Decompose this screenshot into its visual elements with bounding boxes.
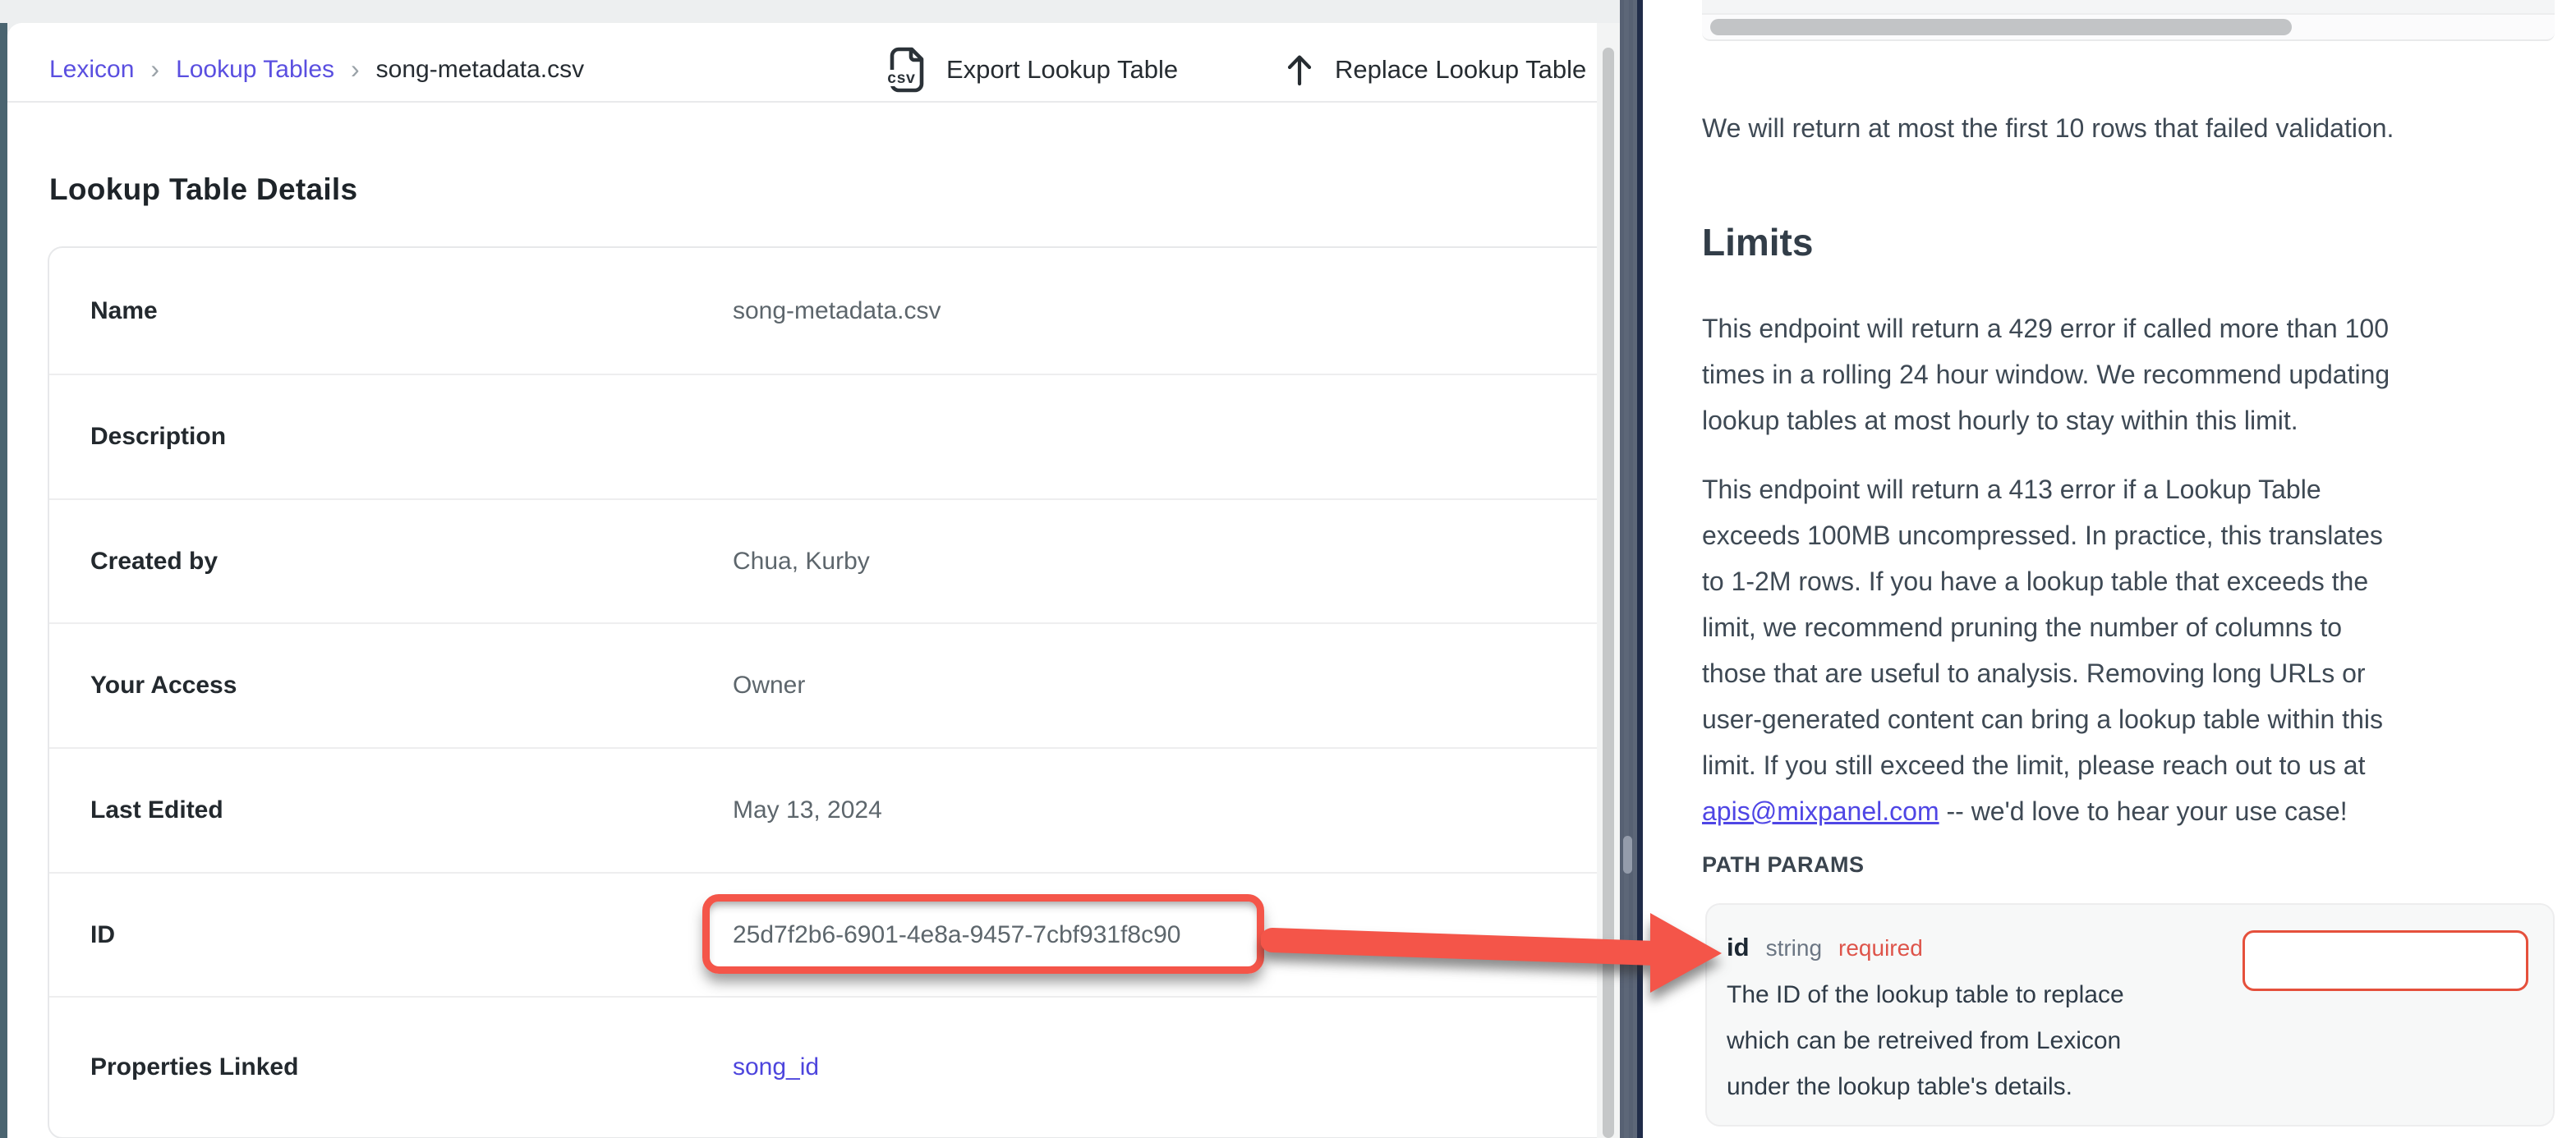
table-row-name: Name song-metadata.csv: [49, 248, 1620, 375]
breadcrumb-lookup-tables[interactable]: Lookup Tables: [176, 56, 334, 84]
row-value: song-metadata.csv: [733, 297, 941, 325]
lexicon-header: Lexicon › Lookup Tables › song-metadata.…: [7, 23, 1620, 103]
table-row-description: Description: [49, 375, 1620, 500]
breadcrumb-separator-icon: ›: [351, 54, 360, 85]
breadcrumb-separator-icon: ›: [150, 54, 159, 85]
row-label: Your Access: [90, 672, 733, 700]
row-label: Description: [90, 423, 733, 451]
horizontal-scrollbar-track[interactable]: [1702, 13, 2555, 41]
row-label: Properties Linked: [90, 1053, 733, 1081]
param-type: string: [1766, 935, 1822, 961]
code-block-bottom: [1702, 0, 2555, 13]
path-param-card: id string required The ID of the lookup …: [1705, 903, 2555, 1127]
row-value: Owner: [733, 672, 805, 700]
row-label: ID: [90, 921, 733, 949]
table-row-properties-linked: Properties Linked song_id: [49, 998, 1620, 1137]
api-docs-window: We will return at most the first 10 rows…: [1643, 0, 2576, 1138]
row-label: Last Edited: [90, 796, 733, 824]
page-title: Lookup Table Details: [49, 172, 357, 207]
right-window-edge: [1637, 0, 1643, 1138]
row-value: May 13, 2024: [733, 796, 882, 824]
lookup-table-id-value: 25d7f2b6-6901-4e8a-9457-7cbf931f8c90: [733, 921, 1180, 949]
csv-file-icon: csv: [886, 46, 928, 94]
row-value: Chua, Kurby: [733, 548, 870, 576]
paragraph-text: This endpoint will return a 413 error if…: [1702, 475, 2383, 780]
window-divider-strip: [1620, 0, 1637, 1138]
table-row-last-edited: Last Edited May 13, 2024: [49, 749, 1620, 874]
limits-paragraph-429: This endpoint will return a 429 error if…: [1702, 305, 2560, 443]
path-params-heading: PATH PARAMS: [1702, 852, 1865, 878]
param-header-row: id string required: [1727, 933, 1923, 962]
limits-paragraph-413: This endpoint will return a 413 error if…: [1702, 466, 2560, 834]
row-label: Name: [90, 297, 733, 325]
table-row-id: ID 25d7f2b6-6901-4e8a-9457-7cbf931f8c90: [49, 874, 1620, 998]
apis-email-link[interactable]: apis@mixpanel.com: [1702, 796, 1939, 826]
param-description: The ID of the lookup table to replace wh…: [1727, 972, 2124, 1110]
export-lookup-table-button[interactable]: csv Export Lookup Table: [886, 34, 1178, 104]
breadcrumb-current-file: song-metadata.csv: [376, 56, 584, 84]
paragraph-text: -- we'd love to hear your use case!: [1939, 796, 2348, 826]
lexicon-window: Lexicon › Lookup Tables › song-metadata.…: [7, 23, 1620, 1138]
table-row-your-access: Your Access Owner: [49, 624, 1620, 749]
param-required-badge: required: [1838, 935, 1923, 961]
row-label: Created by: [90, 548, 733, 576]
param-name: id: [1727, 933, 1750, 962]
lookup-table-details-card: Name song-metadata.csv Description Creat…: [48, 246, 1620, 1138]
left-window-scrollbar-thumb[interactable]: [1603, 48, 1614, 1138]
left-window-scrollbar-track[interactable]: [1597, 23, 1620, 1138]
validation-note-text: We will return at most the first 10 rows…: [1702, 105, 2560, 151]
replace-lookup-table-button[interactable]: Replace Lookup Table: [1282, 34, 1586, 104]
divider-scrollbar-thumb: [1623, 836, 1632, 874]
table-row-created-by: Created by Chua, Kurby: [49, 500, 1620, 624]
limits-heading: Limits: [1702, 220, 1813, 264]
breadcrumb-lexicon[interactable]: Lexicon: [49, 56, 134, 84]
breadcrumb: Lexicon › Lookup Tables › song-metadata.…: [49, 34, 584, 104]
up-arrow-icon: [1282, 51, 1317, 89]
sidebar-edge-strip: [0, 23, 7, 1138]
export-button-label: Export Lookup Table: [946, 55, 1178, 85]
horizontal-scrollbar-thumb[interactable]: [1710, 19, 2292, 35]
linked-property-link[interactable]: song_id: [733, 1053, 819, 1081]
id-param-input[interactable]: [2242, 930, 2528, 991]
svg-text:csv: csv: [887, 70, 916, 88]
replace-button-label: Replace Lookup Table: [1335, 55, 1586, 85]
